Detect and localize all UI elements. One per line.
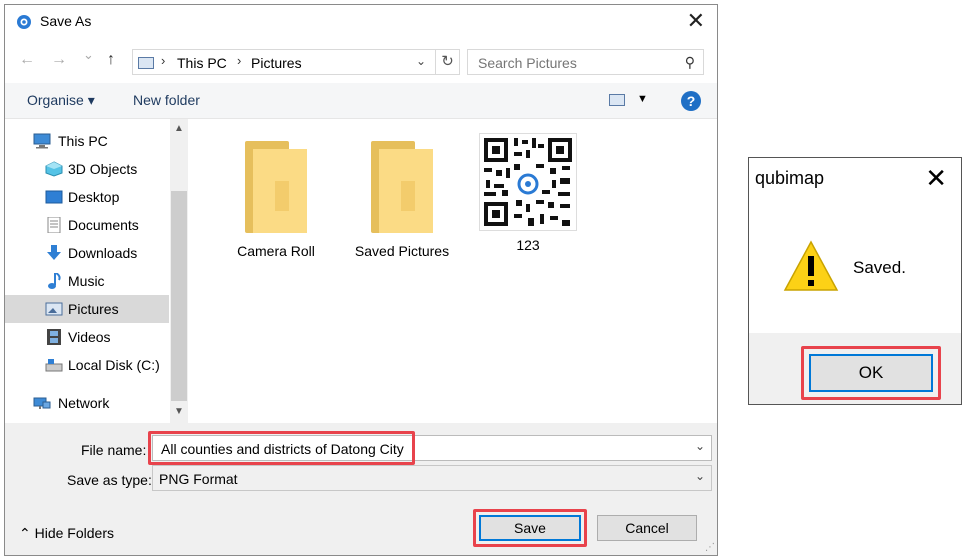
warning-icon (783, 240, 839, 291)
folder-icon (371, 141, 433, 233)
breadcrumb-this-pc[interactable]: This PC (177, 55, 227, 71)
forward-arrow-icon[interactable]: → (51, 51, 67, 69)
sidebar-item-label: Documents (68, 217, 139, 233)
sidebar-item-label: This PC (58, 133, 108, 149)
sidebar-item-label: Downloads (68, 245, 138, 261)
search-box[interactable]: ⚲ (467, 49, 704, 75)
organise-button[interactable]: Organise ▾ (27, 92, 95, 109)
chevron-down-icon[interactable]: ⌄ (416, 54, 426, 68)
scroll-up-icon[interactable]: ▲ (174, 123, 184, 134)
view-options-icon[interactable] (609, 94, 625, 106)
file-list-pane: Camera Roll Saved Pictures 123 (188, 119, 717, 423)
message-text: Saved. (853, 258, 906, 277)
scroll-down-icon[interactable]: ▼ (174, 406, 184, 417)
file-item-camera-roll[interactable]: Camera Roll (216, 141, 336, 271)
address-bar[interactable]: › This PC › Pictures ⌄ ↻ (132, 49, 460, 75)
file-item-label: Saved Pictures (354, 243, 450, 259)
sidebar-item-network[interactable]: Network (5, 389, 169, 417)
file-item-saved-pictures[interactable]: Saved Pictures (342, 141, 462, 271)
file-item-123[interactable]: 123 (468, 133, 588, 263)
navigation-pane: This PC 3D Objects Desktop Documents Dow… (5, 119, 188, 423)
pc-location-icon (138, 57, 154, 69)
sidebar-item-videos[interactable]: Videos (5, 323, 169, 351)
message-box-dialog: qubimap ✕ Saved. OK (748, 157, 962, 405)
save-button-highlight (473, 509, 587, 547)
breadcrumb-pictures[interactable]: Pictures (251, 55, 302, 71)
file-name-highlight (148, 431, 415, 465)
breadcrumb-separator: › (237, 53, 242, 68)
help-icon[interactable]: ? (681, 91, 701, 111)
sidebar-item-local-disk[interactable]: Local Disk (C:) (5, 351, 169, 379)
back-arrow-icon[interactable]: ← (19, 51, 35, 69)
up-arrow-icon[interactable]: ↑ (107, 51, 115, 69)
new-folder-button[interactable]: New folder (133, 92, 200, 108)
scrollbar-thumb[interactable] (171, 191, 187, 401)
hide-folders-button[interactable]: ⌃ Hide Folders (19, 525, 114, 542)
dialog-title: Save As (40, 13, 92, 29)
sidebar-item-label: Pictures (68, 301, 119, 317)
sidebar-item-label: Videos (68, 329, 111, 345)
view-dropdown-icon[interactable]: ▼ (637, 93, 648, 105)
breadcrumb-separator: › (161, 53, 166, 68)
network-icon (33, 397, 51, 409)
save-type-label: Save as type: (67, 472, 152, 488)
chevron-down-icon[interactable]: ⌄ (695, 439, 705, 453)
save-type-value: PNG Format (159, 471, 238, 487)
cancel-button[interactable]: Cancel (597, 515, 697, 541)
desktop-icon (45, 190, 63, 204)
save-as-dialog: Save As ✕ ← → ⌄ ↑ › This PC › Pictures ⌄… (4, 4, 718, 556)
sidebar-scrollbar[interactable]: ▲ ▼ (170, 119, 188, 423)
sidebar-item-desktop[interactable]: Desktop (5, 183, 169, 211)
message-box-footer: OK (749, 333, 961, 404)
document-icon (47, 217, 61, 233)
message-box-title: qubimap (755, 168, 825, 188)
close-icon[interactable]: ✕ (925, 164, 947, 192)
sidebar-item-this-pc[interactable]: This PC (5, 127, 169, 155)
cube-icon (45, 161, 63, 177)
close-icon[interactable]: ✕ (687, 9, 705, 33)
ok-button-highlight (801, 346, 941, 400)
app-icon (17, 15, 31, 29)
sidebar-item-label: Desktop (68, 189, 120, 205)
sidebar-item-music[interactable]: Music (5, 267, 169, 295)
sidebar-item-downloads[interactable]: Downloads (5, 239, 169, 267)
command-toolbar: Organise ▾ New folder ▼ ? (5, 83, 717, 119)
film-icon (47, 329, 61, 345)
sidebar-item-pictures[interactable]: Pictures (5, 295, 169, 323)
search-input[interactable] (476, 54, 671, 72)
navigation-bar: ← → ⌄ ↑ › This PC › Pictures ⌄ ↻ ⚲ (5, 39, 717, 83)
file-item-label: Camera Roll (237, 243, 315, 259)
sidebar-item-label: Music (68, 273, 105, 289)
recent-locations-icon[interactable]: ⌄ (83, 47, 94, 63)
sidebar-item-3d-objects[interactable]: 3D Objects (5, 155, 169, 183)
save-options-panel: File name: ⌄ Save as type: PNG Format ⌄ … (5, 423, 717, 555)
sidebar-item-label: Local Disk (C:) (68, 357, 160, 373)
search-icon[interactable]: ⚲ (685, 54, 695, 71)
save-type-select[interactable]: PNG Format ⌄ (152, 465, 712, 491)
refresh-icon[interactable]: ↻ (435, 49, 459, 75)
folder-icon (245, 141, 307, 233)
chevron-down-icon[interactable]: ⌄ (695, 469, 705, 483)
sidebar-item-documents[interactable]: Documents (5, 211, 169, 239)
sidebar-item-label: 3D Objects (68, 161, 138, 177)
sidebar-item-label: Network (58, 395, 110, 411)
file-name-label: File name: (81, 442, 147, 458)
music-note-icon (48, 273, 61, 289)
title-bar: Save As ✕ (5, 5, 717, 39)
download-arrow-icon (47, 245, 61, 260)
computer-icon (33, 133, 51, 149)
disk-icon (45, 359, 63, 372)
pictures-icon (45, 302, 63, 316)
qr-code-thumbnail-icon (479, 133, 577, 231)
resize-grip-icon[interactable]: ⋰ (705, 542, 715, 553)
file-item-label: 123 (516, 237, 540, 253)
